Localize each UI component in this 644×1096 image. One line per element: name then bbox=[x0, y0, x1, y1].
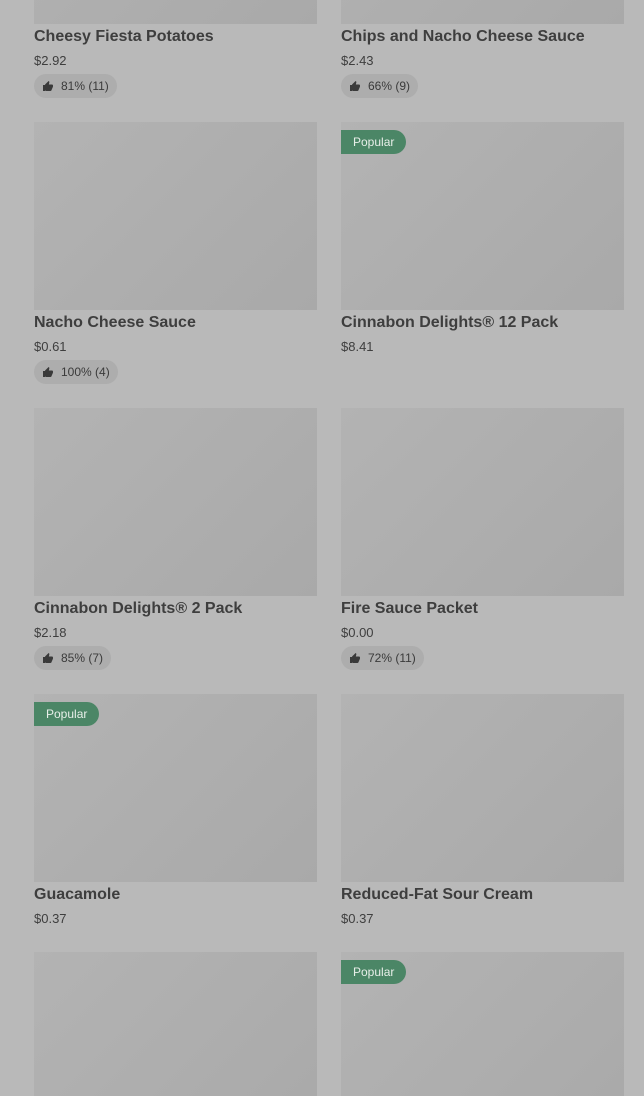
item-name: Guacamole bbox=[34, 886, 121, 903]
thumbs-up-icon bbox=[350, 653, 360, 663]
item-name: Cheesy Fiesta Potatoes bbox=[34, 28, 214, 45]
item-price: $2.43 bbox=[341, 53, 374, 68]
menu-item-card[interactable]: Cinnabon Delights® 2 Pack $2.18 85% (7) bbox=[34, 408, 317, 670]
item-price: $0.00 bbox=[341, 625, 374, 640]
menu-item-card[interactable]: Popular Cinnabon Delights® 12 Pack $8.41 bbox=[341, 122, 624, 362]
thumbs-up-icon bbox=[43, 653, 53, 663]
item-rating: 66% (9) bbox=[341, 74, 419, 98]
menu-item-card[interactable]: Chips and Nacho Cheese Sauce $2.43 66% (… bbox=[341, 0, 624, 98]
item-name: Fire Sauce Packet bbox=[341, 600, 478, 617]
item-rating: 72% (11) bbox=[341, 646, 424, 670]
item-image bbox=[34, 0, 317, 24]
rating-text: 72% (11) bbox=[368, 651, 416, 665]
item-rating: 81% (11) bbox=[34, 74, 117, 98]
rating-text: 81% (11) bbox=[61, 79, 109, 93]
item-image bbox=[34, 408, 317, 596]
item-price: $8.41 bbox=[341, 339, 374, 354]
thumbs-up-icon bbox=[43, 367, 53, 377]
thumbs-up-icon bbox=[350, 81, 360, 91]
item-price: $2.18 bbox=[34, 625, 67, 640]
popular-badge: Popular bbox=[341, 960, 407, 984]
popular-badge: Popular bbox=[341, 130, 407, 154]
menu-item-card[interactable]: Fire Sauce Packet $0.00 72% (11) bbox=[341, 408, 624, 670]
menu-item-card[interactable]: Popular bbox=[341, 952, 624, 1096]
item-image bbox=[341, 408, 624, 596]
menu-item-card[interactable]: Popular Guacamole $0.37 bbox=[34, 694, 317, 934]
popular-badge: Popular bbox=[34, 702, 100, 726]
item-name: Reduced-Fat Sour Cream bbox=[341, 886, 534, 903]
menu-item-card[interactable]: Nacho Cheese Sauce $0.61 100% (4) bbox=[34, 122, 317, 384]
item-rating: 100% (4) bbox=[34, 360, 118, 384]
thumbs-up-icon bbox=[43, 81, 53, 91]
item-price: $0.37 bbox=[34, 911, 67, 926]
item-rating: 85% (7) bbox=[34, 646, 112, 670]
rating-text: 85% (7) bbox=[61, 651, 104, 665]
rating-text: 66% (9) bbox=[368, 79, 411, 93]
item-image bbox=[341, 0, 624, 24]
item-price: $2.92 bbox=[34, 53, 67, 68]
item-price: $0.61 bbox=[34, 339, 67, 354]
rating-text: 100% (4) bbox=[61, 365, 110, 379]
item-name: Cinnabon Delights® 12 Pack bbox=[341, 314, 559, 331]
item-name: Nacho Cheese Sauce bbox=[34, 314, 196, 331]
menu-item-card[interactable]: Cheesy Fiesta Potatoes $2.92 81% (11) bbox=[34, 0, 317, 98]
item-price: $0.37 bbox=[341, 911, 374, 926]
item-image bbox=[34, 122, 317, 310]
item-image bbox=[34, 952, 317, 1096]
item-image bbox=[341, 694, 624, 882]
menu-item-card[interactable]: Reduced-Fat Sour Cream $0.37 bbox=[341, 694, 624, 934]
menu-item-card[interactable] bbox=[34, 952, 317, 1096]
item-name: Chips and Nacho Cheese Sauce bbox=[341, 28, 585, 45]
item-name: Cinnabon Delights® 2 Pack bbox=[34, 600, 243, 617]
